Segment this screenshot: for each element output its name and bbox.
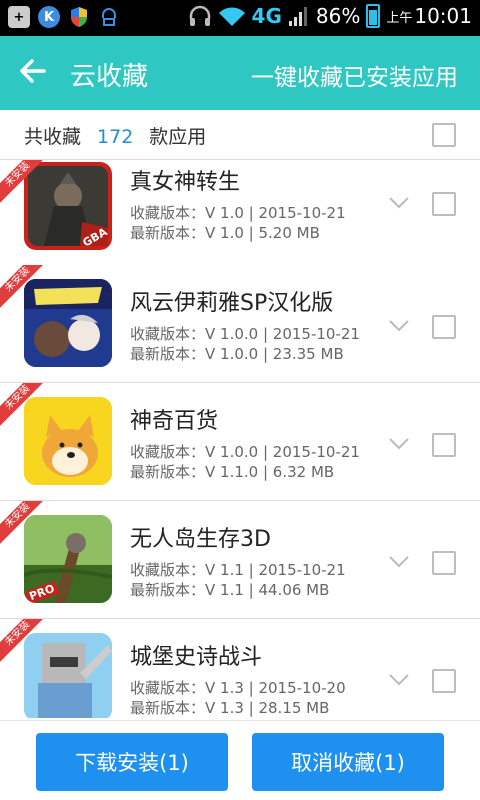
favorites-list: GBA 未安装 真女神转生 收藏版本：V 1.0 | 2015-10-21 最新… [0,160,480,718]
clock: 10:01 [414,4,472,28]
chevron-down-icon[interactable] [388,437,410,451]
ampm-label: 上午 [386,10,413,26]
summary-suffix: 款应用 [149,126,207,148]
app-name: 无人岛生存3D [130,527,271,552]
latest-version: 最新版本：V 1.1 | 44.06 MB [130,581,330,599]
not-installed-badge: 未安装 [0,265,44,309]
headset-notification-icon [98,6,120,28]
arrow-left-icon [20,59,46,83]
headphones-icon [189,5,210,26]
signal-icon [288,7,307,26]
favorited-version: 收藏版本：V 1.0.0 | 2015-10-21 [130,443,360,461]
favorited-version: 收藏版本：V 1.0.0 | 2015-10-21 [130,325,360,343]
page-title: 云收藏 [70,62,149,92]
title-bar: 云收藏 一键收藏已安装应用 [0,36,480,110]
latest-version: 最新版本：V 1.0 | 5.20 MB [130,224,320,242]
chevron-down-icon[interactable] [388,196,410,210]
notification-icons: + K [8,6,120,28]
favorited-version: 收藏版本：V 1.0 | 2015-10-21 [130,204,346,222]
app-name: 城堡史诗战斗 [130,645,263,670]
chevron-down-icon[interactable] [388,555,410,569]
not-installed-badge: 未安装 [0,619,44,663]
not-installed-badge: 未安装 [0,383,44,427]
list-item[interactable]: PRO 未安装 无人岛生存3D 收藏版本：V 1.1 | 2015-10-21 … [0,501,480,619]
cancel-favorite-button[interactable]: 取消收藏(1) [252,733,444,791]
latest-version: 最新版本：V 1.0.0 | 23.35 MB [130,345,344,363]
not-installed-badge: 未安装 [0,160,44,204]
summary-prefix: 共收藏 [24,126,82,148]
latest-version: 最新版本：V 1.1.0 | 6.32 MB [130,463,335,481]
favorited-version: 收藏版本：V 1.1 | 2015-10-21 [130,561,346,579]
list-item[interactable]: GBA 未安装 真女神转生 收藏版本：V 1.0 | 2015-10-21 最新… [0,160,480,278]
select-all-checkbox[interactable] [432,123,456,147]
download-install-button[interactable]: 下载安装(1) [36,733,228,791]
item-checkbox[interactable] [432,669,456,693]
not-installed-badge: 未安装 [0,501,44,545]
wifi-icon [218,7,245,26]
summary-text: 共收藏 172 款应用 [24,122,206,149]
favorited-version: 收藏版本：V 1.3 | 2015-10-20 [130,679,346,697]
app-name: 风云伊莉雅SP汉化版 [130,291,334,316]
chevron-down-icon[interactable] [388,319,410,333]
bottom-action-bar: 下载安装(1) 取消收藏(1) [0,720,480,800]
item-checkbox[interactable] [432,315,456,339]
network-type: 4G [251,4,282,28]
chevron-down-icon[interactable] [388,673,410,687]
item-checkbox[interactable] [432,433,456,457]
system-indicators: 4G 86% 上午 10:01 [188,4,472,28]
plus-notification-icon: + [8,6,30,28]
favorites-summary: 共收藏 172 款应用 [0,110,480,160]
list-item[interactable]: 未安装 神奇百货 收藏版本：V 1.0.0 | 2015-10-21 最新版本：… [0,383,480,501]
list-item[interactable]: 未安装 风云伊莉雅SP汉化版 收藏版本：V 1.0.0 | 2015-10-21… [0,265,480,383]
battery-percent: 86% [315,4,361,28]
item-checkbox[interactable] [432,551,456,575]
favorite-installed-apps-button[interactable]: 一键收藏已安装应用 [251,58,458,92]
item-checkbox[interactable] [432,192,456,216]
battery-icon [366,4,381,28]
k-app-icon: K [38,6,60,28]
status-bar: + K 4G 86% 上午 10:01 [0,0,480,36]
favorites-count: 172 [97,126,134,148]
latest-version: 最新版本：V 1.3 | 28.15 MB [130,699,330,717]
app-name: 真女神转生 [130,170,241,195]
list-item[interactable]: 未安装 城堡史诗战斗 收藏版本：V 1.3 | 2015-10-20 最新版本：… [0,619,480,718]
shield-icon [68,6,90,28]
app-name: 神奇百货 [130,409,219,434]
back-button[interactable] [18,56,48,86]
